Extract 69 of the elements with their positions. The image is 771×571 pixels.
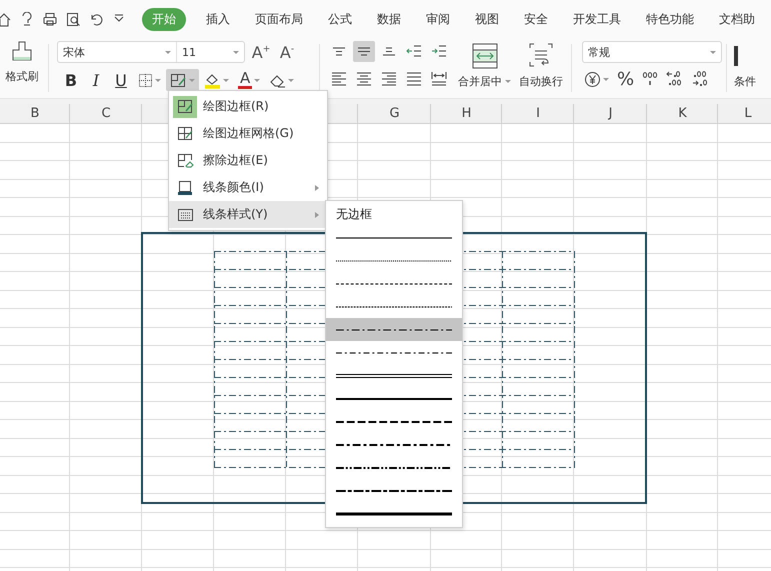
italic-button[interactable]: I <box>84 69 108 91</box>
caret-icon <box>189 78 195 82</box>
eraser-icon <box>269 72 286 88</box>
caret-icon <box>603 78 609 80</box>
menu-item[interactable]: 绘图边框(R) <box>169 93 327 120</box>
align-middle-icon <box>357 47 371 56</box>
distribute-icon <box>431 70 447 87</box>
ribbon-tab[interactable]: 页面布局 <box>246 8 312 30</box>
column-header[interactable]: H <box>462 106 472 121</box>
menu-item[interactable]: 绘图边框网格(G) <box>169 120 327 147</box>
ribbon-tab[interactable]: 数据 <box>368 8 410 30</box>
column-header[interactable]: K <box>678 106 687 121</box>
print-preview-icon[interactable] <box>66 12 80 26</box>
ribbon-tab[interactable]: 开发工具 <box>564 8 630 30</box>
menu-item[interactable]: 线条颜色(I) <box>169 174 327 201</box>
column-header[interactable]: B <box>30 106 40 121</box>
house-icon[interactable] <box>0 12 10 26</box>
ribbon-tab[interactable]: 公式 <box>319 8 361 30</box>
align-bottom-icon <box>382 47 396 56</box>
column-header[interactable]: I <box>536 106 540 121</box>
justify-icon <box>406 70 422 87</box>
draw-border-button[interactable] <box>166 69 199 91</box>
column-header[interactable]: C <box>101 106 111 121</box>
caret-icon <box>155 78 161 82</box>
pencil-grid-icon <box>170 72 187 88</box>
menu-item[interactable]: 线条样式(Y) <box>169 201 327 228</box>
align-button[interactable] <box>353 41 375 62</box>
format-painter-button[interactable]: 格式刷 <box>0 38 44 98</box>
line-style-icon <box>176 206 194 222</box>
conditional-format-button[interactable]: 条件 <box>731 38 760 98</box>
caret-icon <box>288 78 294 82</box>
line-color-icon <box>176 180 194 196</box>
caret-icon <box>710 50 716 54</box>
align-center-icon <box>356 70 372 87</box>
printer-icon[interactable] <box>42 12 56 26</box>
underline-button[interactable]: U <box>109 69 133 91</box>
grow-font-button[interactable]: A$^{+}$ <box>251 42 271 62</box>
merge-center-button[interactable]: 合并居中 <box>454 38 515 98</box>
line-style-option[interactable]: 无边框 <box>326 203 462 226</box>
ribbon-tab[interactable]: 视图 <box>466 8 508 30</box>
shrink-font-button[interactable]: A$^{-}$ <box>277 42 297 62</box>
undo-icon[interactable] <box>88 12 102 26</box>
wrap-text-button[interactable]: 自动换行 <box>515 38 567 98</box>
align-top-icon <box>332 47 346 56</box>
pencil-grid-icon <box>176 126 194 142</box>
merge-cells-icon <box>470 42 500 70</box>
column-header[interactable]: J <box>608 106 612 121</box>
bold-button[interactable]: B <box>59 69 83 91</box>
percent-button[interactable]: % <box>615 68 636 90</box>
caret-icon <box>505 80 511 83</box>
column-header[interactable]: L <box>744 106 752 121</box>
caret-icon <box>223 78 229 82</box>
align-right-icon <box>381 70 397 87</box>
align-left-icon <box>331 70 347 87</box>
number-format-field[interactable]: 常规 <box>582 41 722 63</box>
ribbon-tab[interactable]: 插入 <box>197 8 239 30</box>
ribbon-tab[interactable]: 文档助 <box>710 8 764 30</box>
ribbon-tab[interactable]: 安全 <box>515 8 557 30</box>
column-header[interactable]: G <box>389 106 400 121</box>
grid-icon <box>138 72 153 88</box>
ribbon-tab[interactable]: 审阅 <box>417 8 459 30</box>
yen-circle-icon <box>584 70 601 88</box>
menu-item[interactable]: 擦除边框(E) <box>169 147 327 174</box>
line-style-option[interactable] <box>326 318 462 341</box>
ribbon-tab[interactable]: 特色功能 <box>637 8 703 30</box>
paint-bucket-icon <box>204 72 221 88</box>
thousands-separator-icon <box>642 71 658 87</box>
caret-icon <box>254 78 260 82</box>
eraser-grid-icon <box>176 152 194 168</box>
